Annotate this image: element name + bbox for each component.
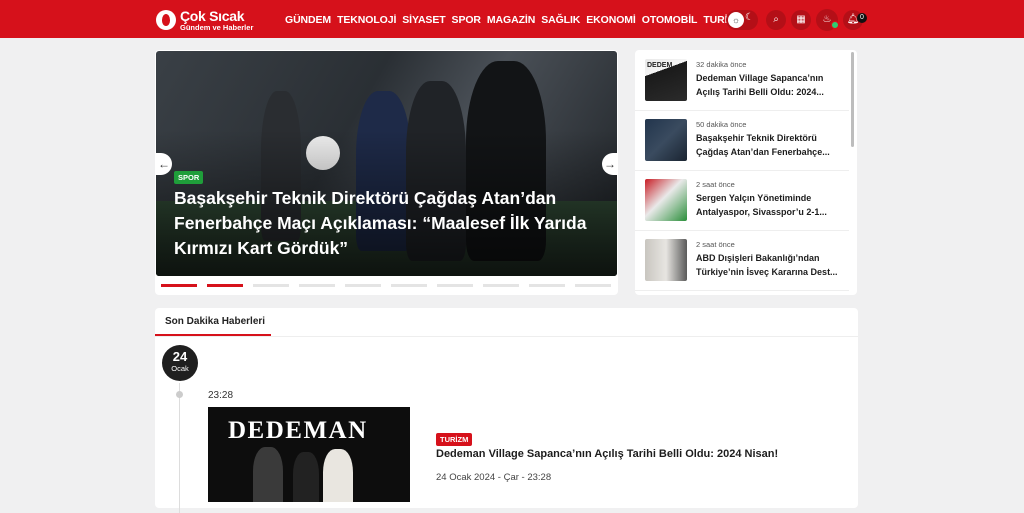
news-title[interactable]: Dedeman Village Sapanca’nın Açılış Tarih…: [696, 71, 846, 99]
tab-son-dakika[interactable]: Son Dakika Haberleri: [155, 308, 271, 336]
slide-category-badge[interactable]: SPOR: [174, 171, 204, 184]
grid-icon: ▦: [796, 14, 806, 25]
headline-slider: SPOR Başakşehir Teknik Direktörü Çağdaş …: [155, 50, 618, 295]
image-text: DEDEMAN: [228, 417, 368, 444]
sun-icon: ☼: [728, 12, 744, 28]
search-button[interactable]: ⌕: [766, 10, 786, 30]
slider-dot[interactable]: [345, 284, 381, 287]
news-time: 2 saat önce: [696, 180, 735, 189]
slider-dot[interactable]: [391, 284, 427, 287]
dark-mode-toggle[interactable]: ☼ ☾: [726, 10, 758, 30]
person-figure: [323, 449, 353, 502]
menu-grid-button[interactable]: ▦: [791, 10, 811, 30]
nav-gundem[interactable]: GÜNDEM: [285, 14, 331, 26]
news-thumbnail: [645, 239, 687, 281]
news-time: 2 saat önce: [696, 240, 735, 249]
news-time: 32 dakika önce: [696, 60, 747, 69]
news-thumbnail: [645, 119, 687, 161]
slider-dot[interactable]: [483, 284, 519, 287]
slide-image[interactable]: SPOR Başakşehir Teknik Direktörü Çağdaş …: [156, 51, 617, 276]
slider-dot[interactable]: [575, 284, 611, 287]
online-dot: [831, 21, 839, 29]
nav-teknoloji[interactable]: TEKNOLOJİ: [337, 14, 396, 26]
news-image[interactable]: DEDEMAN: [208, 407, 410, 502]
timeline-line: [179, 383, 180, 513]
news-thumbnail: DEDEM: [645, 59, 687, 101]
top-navbar: Çok Sıcak Gündem ve Haberler GÜNDEM TEKN…: [0, 0, 1024, 38]
trending-button[interactable]: ♨: [816, 9, 839, 31]
main-nav: GÜNDEM TEKNOLOJİ SİYASET SPOR MAGAZİN SA…: [285, 14, 748, 26]
news-title[interactable]: Dedeman Village Sapanca’nın Açılış Tarih…: [436, 448, 778, 460]
thumbnail-text: DEDEM: [647, 62, 673, 69]
nav-otomobil[interactable]: OTOMOBİL: [642, 14, 698, 26]
nav-saglik[interactable]: SAĞLIK: [541, 14, 580, 26]
nav-spor[interactable]: SPOR: [452, 14, 481, 26]
slider-next-button[interactable]: →: [602, 153, 617, 175]
nav-ekonomi[interactable]: EKONOMİ: [586, 14, 636, 26]
list-item[interactable]: DEDEM 32 dakika önce Dedeman Village Sap…: [635, 50, 849, 111]
nav-magazin[interactable]: MAGAZİN: [487, 14, 535, 26]
scrollbar-thumb[interactable]: [851, 52, 854, 147]
logo-tagline: Gündem ve Haberler: [180, 22, 254, 32]
header-tools: ☼ ☾ ⌕ ▦ ♨ 🔔︎ 0: [726, 9, 868, 31]
notifications-button[interactable]: 🔔︎ 0: [843, 10, 867, 30]
slider-dot[interactable]: [207, 284, 243, 287]
flame-logo-icon: [156, 10, 176, 30]
news-date: 24 Ocak 2024 - Çar - 23:28: [436, 472, 552, 483]
list-item[interactable]: 50 dakika önce Başakşehir Teknik Direktö…: [635, 110, 849, 171]
nav-siyaset[interactable]: SİYASET: [402, 14, 445, 26]
slider-dot[interactable]: [529, 284, 565, 287]
date-badge: 24 Ocak: [162, 345, 198, 381]
date-day: 24: [172, 349, 188, 364]
slider-pagination: [161, 284, 621, 287]
search-icon: ⌕: [773, 14, 779, 25]
news-thumbnail: [645, 179, 687, 221]
side-news-list: DEDEM 32 dakika önce Dedeman Village Sap…: [635, 50, 857, 295]
arrow-right-icon: →: [604, 157, 616, 171]
news-title[interactable]: Sergen Yalçın Yönetiminde Antalyaspor, S…: [696, 191, 846, 219]
list-item[interactable]: 2 saat önce ABD Dışişleri Bakanlığı’ndan…: [635, 230, 849, 291]
news-category-badge[interactable]: TURİZM: [436, 433, 473, 446]
slide-title[interactable]: Başakşehir Teknik Direktörü Çağdaş Atan’…: [174, 186, 594, 261]
date-month: Ocak: [171, 364, 189, 373]
slider-dot[interactable]: [161, 284, 197, 287]
list-item[interactable]: 2 saat önce Sergen Yalçın Yönetiminde An…: [635, 170, 849, 231]
news-title[interactable]: ABD Dışişleri Bakanlığı’ndan Türkiye’nin…: [696, 251, 846, 279]
moon-icon: ☾: [745, 12, 754, 23]
news-time: 50 dakika önce: [696, 120, 747, 129]
arrow-left-icon: ←: [158, 157, 170, 171]
news-time: 23:28: [208, 390, 234, 401]
timeline-dot: [176, 391, 183, 398]
notification-count: 0: [857, 13, 867, 23]
breaking-news-section: Son Dakika Haberleri 24 Ocak 23:28 DEDEM…: [155, 308, 858, 513]
tab-divider: [155, 336, 858, 337]
slider-dot[interactable]: [437, 284, 473, 287]
news-title[interactable]: Başakşehir Teknik Direktörü Çağdaş Atan’…: [696, 131, 846, 159]
site-logo[interactable]: Çok Sıcak Gündem ve Haberler: [156, 8, 253, 32]
logo-name: Çok Sıcak: [180, 7, 245, 24]
person-figure: [253, 447, 283, 502]
slider-dot[interactable]: [299, 284, 335, 287]
slider-dot[interactable]: [253, 284, 289, 287]
